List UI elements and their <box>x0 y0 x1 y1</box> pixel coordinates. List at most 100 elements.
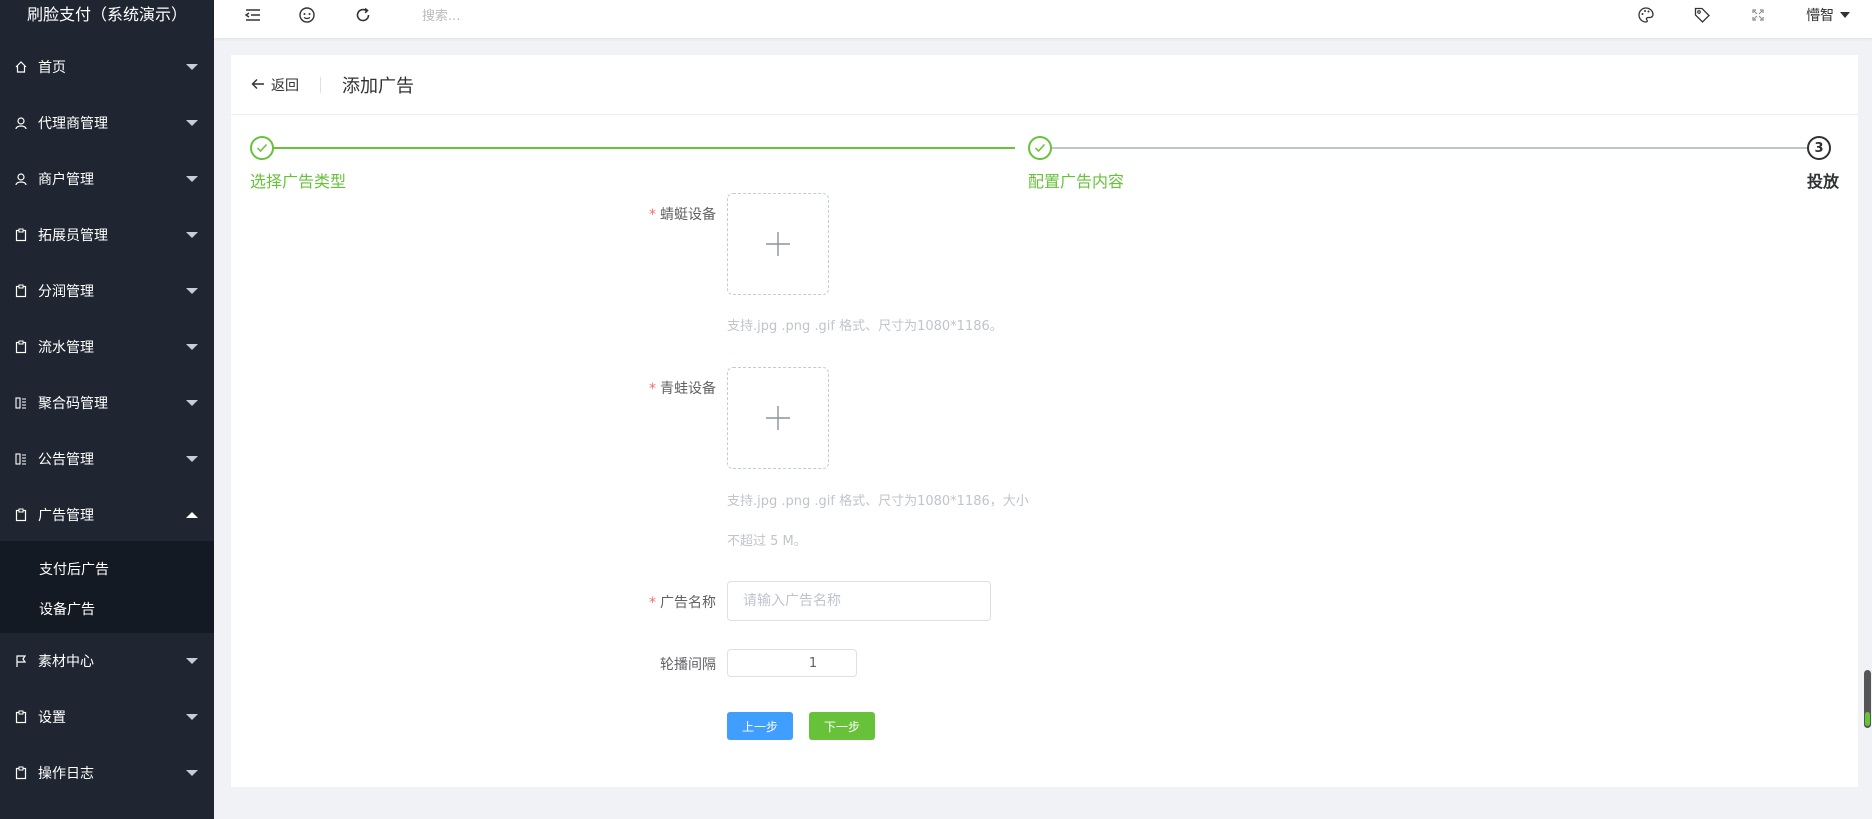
required-mark: * <box>649 207 656 223</box>
sidebar-item-label: 操作日志 <box>38 766 94 782</box>
prev-step-button[interactable]: 上一步 <box>727 712 794 740</box>
dragonfly-label: * 蜻蜓设备 <box>596 204 716 224</box>
sidebar-item-label: 代理商管理 <box>38 116 108 132</box>
step-2-title: 配置广告内容 <box>1028 172 1125 191</box>
user-menu[interactable]: 懵智 <box>1806 5 1850 25</box>
plus-icon <box>766 232 790 256</box>
sidebar-item-label: 流水管理 <box>38 340 94 356</box>
palette-icon[interactable] <box>1636 5 1656 25</box>
sidebar-item-merchants[interactable]: 商户管理 <box>0 151 214 207</box>
sidebar-item-materials[interactable]: 素材中心 <box>0 633 214 689</box>
sidebar-item-label: 设置 <box>38 710 66 726</box>
frog-label: * 青蛙设备 <box>596 378 716 398</box>
sidebar-item-label: 聚合码管理 <box>38 396 108 412</box>
sidebar-item-operation-log[interactable]: 操作日志 <box>0 745 214 801</box>
caret-down-icon <box>186 456 198 462</box>
ads-submenu: 支付后广告 设备广告 <box>0 541 214 633</box>
header-divider <box>320 77 321 93</box>
next-step-button[interactable]: 下一步 <box>809 712 876 740</box>
frog-uploader[interactable] <box>727 367 829 469</box>
clipboard-icon <box>14 766 28 780</box>
frog-tip-line2: 不超过 5 M。 <box>727 534 807 549</box>
flag-icon <box>14 654 28 668</box>
user-icon <box>14 116 28 130</box>
caret-up-icon <box>186 512 198 518</box>
main-card: 返回 添加广告 选择广告类型 配置广告内容 3 投放 * 蜻蜓设备 支持.jpg … <box>231 55 1858 787</box>
dragonfly-tip: 支持.jpg .png .gif 格式、尺寸为1080*1186。 <box>727 319 1003 334</box>
sidebar-item-label: 分润管理 <box>38 284 94 300</box>
ad-name-label: * 广告名称 <box>596 592 716 612</box>
refresh-icon[interactable] <box>353 5 373 25</box>
caret-down-icon <box>186 64 198 70</box>
list-icon <box>14 452 28 466</box>
dragonfly-uploader[interactable] <box>727 193 829 295</box>
frog-tip-line1: 支持.jpg .png .gif 格式、尺寸为1080*1186，大小 <box>727 494 1029 509</box>
step-1-title: 选择广告类型 <box>250 172 347 191</box>
interval-input[interactable] <box>728 650 856 676</box>
sidebar-item-expanders[interactable]: 拓展员管理 <box>0 207 214 263</box>
sidebar: 刷脸支付（系统演示） 首页 代理商管理 商户管理 拓展员管理 分润管理 流水管理… <box>0 0 214 819</box>
caret-down-icon <box>186 400 198 406</box>
back-label: 返回 <box>271 78 299 94</box>
caret-down-icon <box>186 232 198 238</box>
sidebar-item-transactions[interactable]: 流水管理 <box>0 319 214 375</box>
sidebar-item-settings[interactable]: 设置 <box>0 689 214 745</box>
brand-title: 刷脸支付（系统演示） <box>26 5 187 24</box>
list-icon <box>14 396 28 410</box>
ad-name-input[interactable] <box>727 581 991 621</box>
sidebar-item-label: 商户管理 <box>38 172 94 188</box>
menu-toggle-icon[interactable] <box>243 5 263 25</box>
clipboard-icon <box>14 508 28 522</box>
sidebar-item-announcements[interactable]: 公告管理 <box>0 431 214 487</box>
search-input[interactable] <box>422 6 622 26</box>
sidebar-item-label: 首页 <box>38 60 66 76</box>
ad-name-label-text: 广告名称 <box>660 595 716 611</box>
scrollbar-indicator <box>1865 712 1870 726</box>
fullscreen-icon[interactable] <box>1748 5 1768 25</box>
interval-label: 轮播间隔 <box>660 657 716 673</box>
step-1-check-icon <box>250 136 274 160</box>
caret-down-icon <box>186 176 198 182</box>
sidebar-item-aggregate-code[interactable]: 聚合码管理 <box>0 375 214 431</box>
caret-down-icon <box>186 658 198 664</box>
step-2-check-icon <box>1028 136 1052 160</box>
home-icon <box>14 60 28 74</box>
sidebar-item-label: 公告管理 <box>38 452 94 468</box>
back-button[interactable]: 返回 <box>251 75 299 95</box>
sidebar-item-home[interactable]: 首页 <box>0 39 214 95</box>
sidebar-item-profit[interactable]: 分润管理 <box>0 263 214 319</box>
step-line-2 <box>1039 147 1815 149</box>
sidebar-item-ads[interactable]: 广告管理 <box>0 487 214 543</box>
clipboard-icon <box>14 710 28 724</box>
required-mark: * <box>649 595 656 611</box>
user-icon <box>14 172 28 186</box>
sidebar-item-label: 拓展员管理 <box>38 228 108 244</box>
caret-down-icon <box>186 714 198 720</box>
sidebar-item-agents[interactable]: 代理商管理 <box>0 95 214 151</box>
page-header: 返回 添加广告 <box>231 55 1858 115</box>
dragonfly-label-text: 蜻蜓设备 <box>660 207 716 223</box>
sidebar-subitem-post-payment-ads[interactable]: 支付后广告 <box>39 559 109 579</box>
page-title: 添加广告 <box>342 76 414 97</box>
user-name-label: 懵智 <box>1806 8 1834 24</box>
clipboard-icon <box>14 340 28 354</box>
arrow-left-icon <box>251 76 265 94</box>
topbar: 懵智 <box>214 0 1872 38</box>
caret-down-icon <box>186 120 198 126</box>
interval-stepper[interactable]: ▲ ▼ <box>727 649 857 677</box>
step-3-title: 投放 <box>1807 172 1840 191</box>
caret-down-icon <box>186 344 198 350</box>
required-mark: * <box>649 381 656 397</box>
sidebar-subitem-device-ads[interactable]: 设备广告 <box>39 599 95 619</box>
caret-down-icon <box>186 288 198 294</box>
sidebar-item-label: 广告管理 <box>38 508 94 524</box>
face-icon[interactable] <box>297 5 317 25</box>
sidebar-item-label: 素材中心 <box>38 654 94 670</box>
step-line-1 <box>261 147 1015 149</box>
caret-down-icon <box>186 770 198 776</box>
clipboard-icon <box>14 228 28 242</box>
tag-icon[interactable] <box>1692 5 1712 25</box>
plus-icon <box>766 406 790 430</box>
frog-label-text: 青蛙设备 <box>660 381 716 397</box>
step-3-number: 3 <box>1807 136 1831 160</box>
